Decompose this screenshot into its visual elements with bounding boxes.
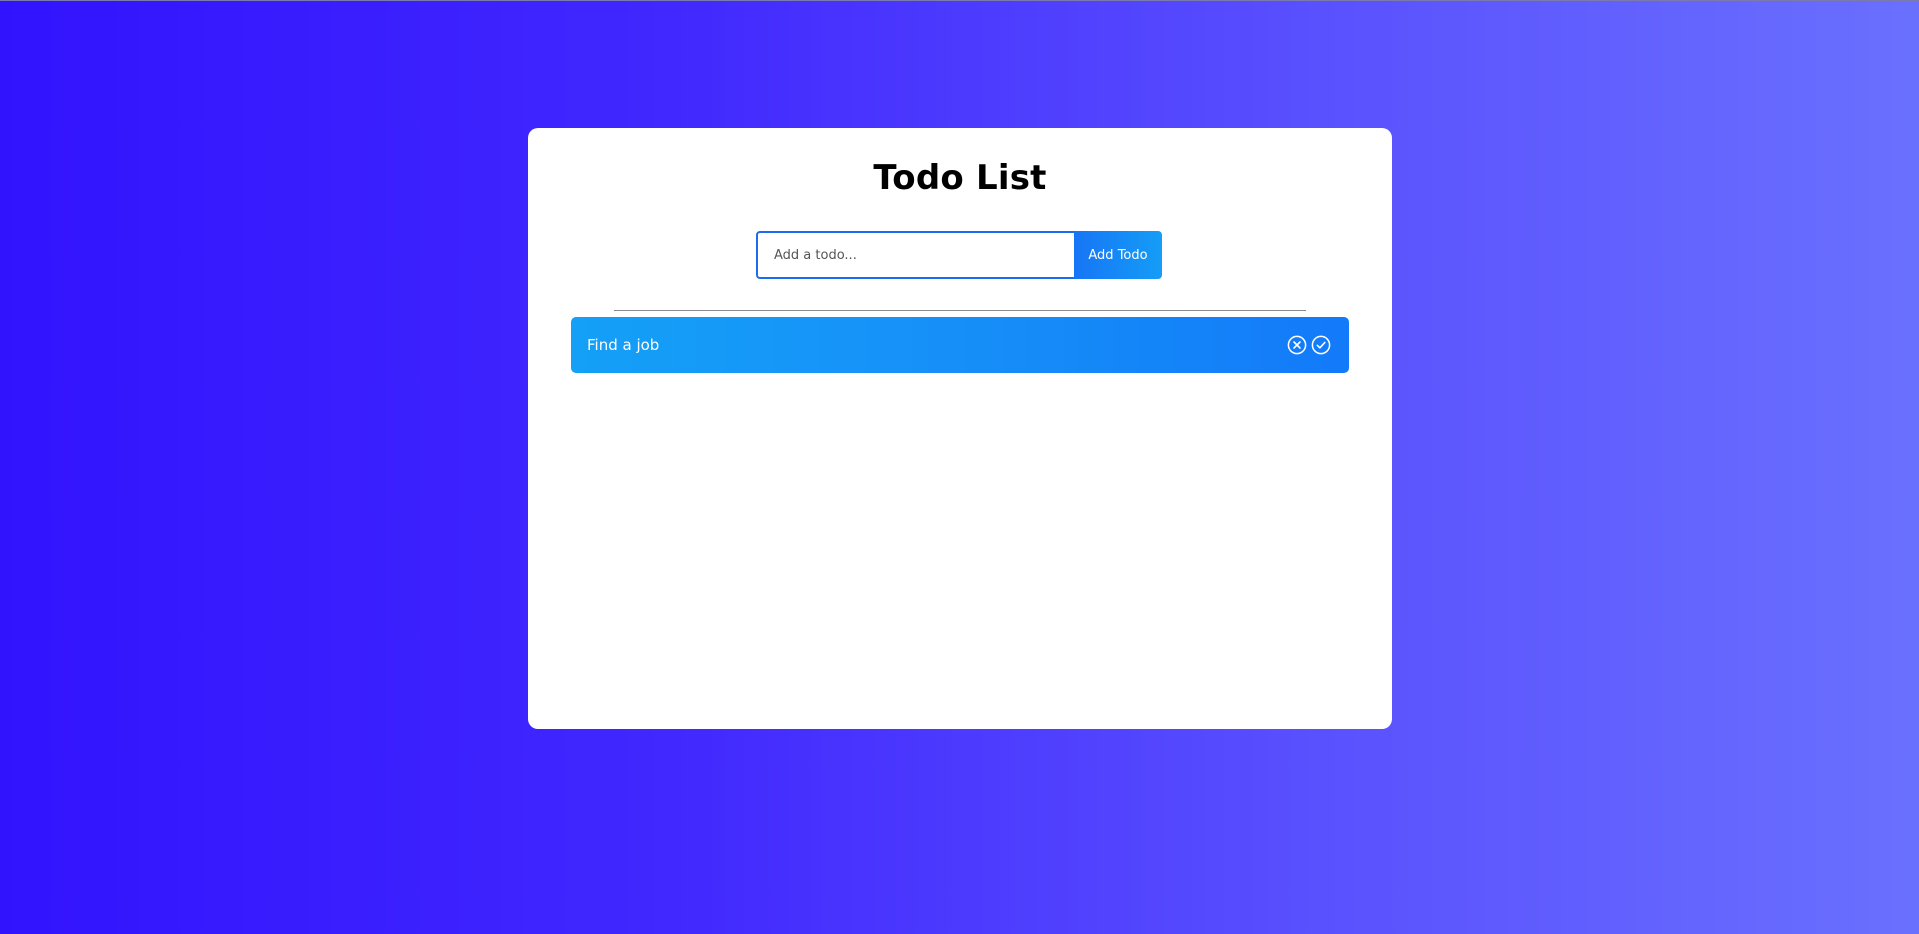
check-circle-icon[interactable] [1311, 335, 1331, 355]
divider [614, 310, 1306, 311]
page-title: Todo List [873, 158, 1047, 198]
todo-item-actions [1287, 335, 1331, 355]
todo-list: Find a job [571, 317, 1349, 373]
todo-item-text[interactable]: Find a job [587, 336, 659, 354]
todo-input[interactable] [756, 231, 1074, 279]
todo-app-card: Todo List Add Todo Find a job [528, 128, 1392, 729]
close-circle-icon[interactable] [1287, 335, 1307, 355]
todo-item[interactable]: Find a job [571, 317, 1349, 373]
top-edge-line [0, 0, 1919, 1]
todo-form: Add Todo [756, 231, 1162, 279]
add-todo-button[interactable]: Add Todo [1074, 231, 1162, 279]
